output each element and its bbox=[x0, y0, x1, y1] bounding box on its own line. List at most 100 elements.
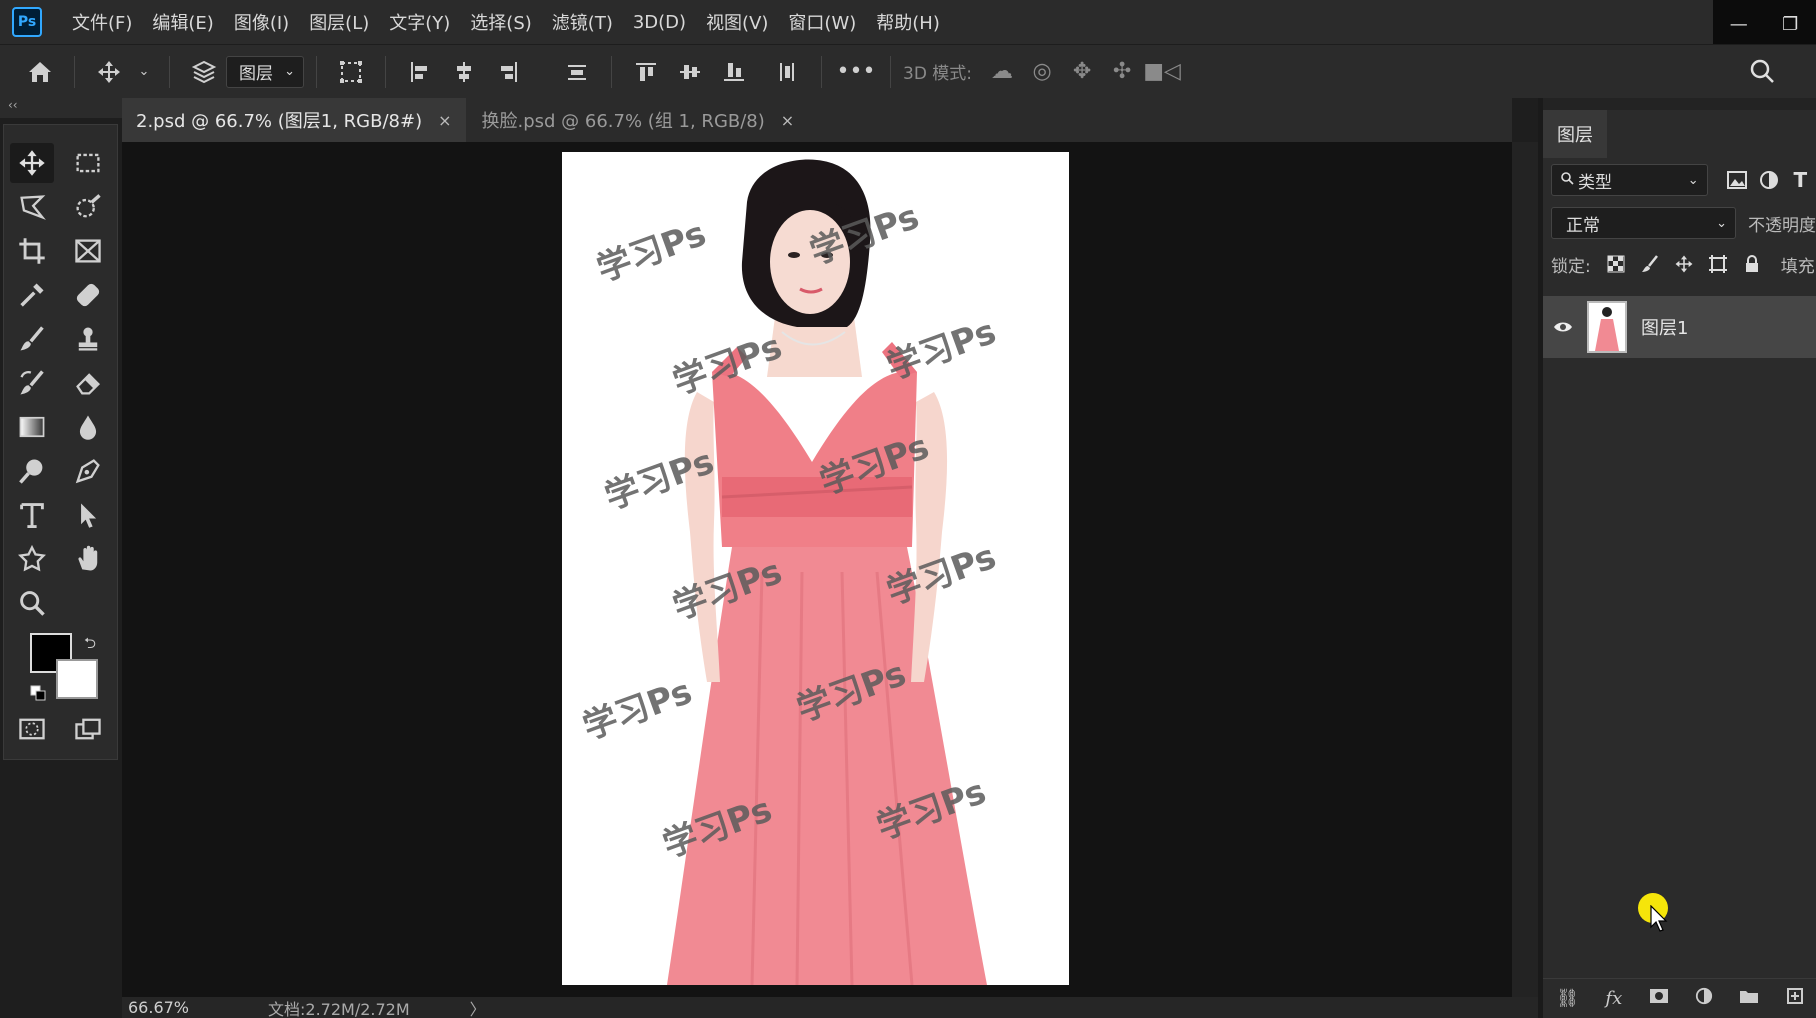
pen-tool-icon[interactable] bbox=[66, 451, 110, 491]
eraser-tool-icon[interactable] bbox=[66, 363, 110, 403]
menu-type[interactable]: 文字(Y) bbox=[389, 9, 450, 35]
3d-pan-icon[interactable]: ✥ bbox=[1062, 59, 1102, 84]
hand-tool-icon[interactable] bbox=[66, 539, 110, 579]
brush-tool-icon[interactable] bbox=[10, 319, 54, 359]
eye-icon[interactable] bbox=[1543, 320, 1583, 334]
layer-name[interactable]: 图层1 bbox=[1641, 314, 1688, 340]
separator bbox=[316, 55, 317, 88]
healing-brush-tool-icon[interactable] bbox=[66, 275, 110, 315]
3d-camera-icon[interactable]: ■◁ bbox=[1142, 59, 1182, 84]
layer-filter-select[interactable]: 类型 ⌄ bbox=[1551, 164, 1708, 196]
lasso-tool-icon[interactable] bbox=[10, 187, 54, 227]
3d-roll-icon[interactable]: ◎ bbox=[1022, 59, 1062, 84]
tab-layers[interactable]: 图层 bbox=[1543, 110, 1607, 158]
align-bottom-icon[interactable] bbox=[716, 54, 752, 90]
tab-2psd[interactable]: 2.psd @ 66.7% (图层1, RGB/8#) × bbox=[122, 98, 466, 142]
gradient-tool-icon[interactable] bbox=[10, 407, 54, 447]
stamp-tool-icon[interactable] bbox=[66, 319, 110, 359]
tab-label: 2.psd @ 66.7% (图层1, RGB/8#) bbox=[136, 111, 423, 132]
lock-position-icon[interactable] bbox=[1667, 254, 1701, 274]
move-tool-icon[interactable] bbox=[10, 143, 54, 183]
menu-3d[interactable]: 3D(D) bbox=[633, 12, 686, 33]
lock-artboard-icon[interactable] bbox=[1701, 254, 1735, 274]
menu-edit[interactable]: 编辑(E) bbox=[152, 9, 213, 35]
menu-filter[interactable]: 滤镜(T) bbox=[552, 9, 613, 35]
quick-selection-tool-icon[interactable] bbox=[66, 187, 110, 227]
menu-help[interactable]: 帮助(H) bbox=[876, 9, 940, 35]
align-top-icon[interactable] bbox=[628, 54, 664, 90]
layer-thumbnail[interactable] bbox=[1587, 301, 1627, 353]
adjustment-layer-icon[interactable] bbox=[1695, 987, 1713, 1010]
separator bbox=[611, 55, 612, 88]
align-horizontal-center-icon[interactable] bbox=[446, 54, 482, 90]
menu-layer[interactable]: 图层(L) bbox=[309, 9, 369, 35]
auto-select-layer-icon[interactable] bbox=[186, 54, 222, 90]
crop-tool-icon[interactable] bbox=[10, 231, 54, 271]
path-selection-tool-icon[interactable] bbox=[66, 495, 110, 535]
swap-colors-icon[interactable]: ⮌ bbox=[84, 633, 96, 658]
frame-tool-icon[interactable] bbox=[66, 231, 110, 271]
chevron-down-icon[interactable]: ⌄ bbox=[135, 54, 153, 90]
lock-image-pixels-icon[interactable] bbox=[1633, 255, 1667, 273]
menu-view[interactable]: 视图(V) bbox=[706, 9, 768, 35]
chevron-right-icon[interactable]: 〉 bbox=[470, 996, 486, 1018]
align-left-icon[interactable] bbox=[402, 54, 438, 90]
chevron-down-icon: ⌄ bbox=[1687, 172, 1699, 188]
auto-select-target-select[interactable]: 图层 ⌄ bbox=[226, 55, 304, 88]
type-tool-icon[interactable] bbox=[10, 495, 54, 535]
menu-file[interactable]: 文件(F) bbox=[72, 9, 132, 35]
eyedropper-tool-icon[interactable] bbox=[10, 275, 54, 315]
transform-controls-icon[interactable] bbox=[333, 54, 369, 90]
close-icon[interactable]: × bbox=[781, 111, 794, 130]
add-mask-icon[interactable] bbox=[1649, 988, 1669, 1009]
blur-tool-icon[interactable] bbox=[66, 407, 110, 447]
separator bbox=[169, 55, 170, 88]
new-layer-icon[interactable] bbox=[1786, 987, 1804, 1010]
default-colors-icon[interactable] bbox=[30, 685, 48, 703]
minimize-button[interactable]: — bbox=[1719, 14, 1759, 35]
window-controls: — ❐ bbox=[1713, 0, 1816, 48]
lock-label: 锁定: bbox=[1551, 256, 1591, 277]
dodge-tool-icon[interactable] bbox=[10, 451, 54, 491]
separator bbox=[74, 55, 75, 88]
distribute-vertical-icon[interactable] bbox=[559, 54, 595, 90]
layer-row[interactable]: 图层1 bbox=[1543, 296, 1816, 358]
zoom-tool-icon[interactable] bbox=[10, 583, 54, 623]
vertical-scrollbar[interactable] bbox=[1512, 142, 1538, 997]
toolbox: ⮌ bbox=[3, 124, 118, 760]
new-group-icon[interactable] bbox=[1739, 988, 1759, 1009]
lock-all-icon[interactable] bbox=[1735, 255, 1769, 273]
filter-type-layers-icon[interactable]: T bbox=[1785, 168, 1816, 192]
more-options-icon[interactable]: ••• bbox=[837, 54, 876, 90]
history-brush-tool-icon[interactable] bbox=[10, 363, 54, 403]
3d-mode-label: 3D 模式: bbox=[903, 64, 973, 84]
menu-select[interactable]: 选择(S) bbox=[470, 9, 531, 35]
restore-button[interactable]: ❐ bbox=[1770, 14, 1810, 35]
align-right-icon[interactable] bbox=[490, 54, 526, 90]
collapse-panel-icon[interactable]: ‹‹ bbox=[0, 98, 122, 118]
move-tool-icon[interactable] bbox=[91, 54, 127, 90]
lock-transparent-pixels-icon[interactable] bbox=[1599, 255, 1633, 273]
search-icon[interactable] bbox=[1744, 53, 1780, 89]
home-icon[interactable] bbox=[22, 54, 58, 90]
menu-window[interactable]: 窗口(W) bbox=[788, 9, 856, 35]
quick-mask-icon[interactable] bbox=[10, 709, 54, 749]
marquee-tool-icon[interactable] bbox=[66, 143, 110, 183]
tab-huanlian-psd[interactable]: 换脸.psd @ 66.7% (组 1, RGB/8) × bbox=[466, 98, 809, 142]
blend-mode-select[interactable]: 正常 ⌄ bbox=[1551, 207, 1736, 239]
link-layers-icon[interactable]: ⛓ bbox=[1556, 988, 1579, 1009]
align-vertical-center-icon[interactable] bbox=[672, 54, 708, 90]
filter-adjustment-layers-icon[interactable] bbox=[1753, 170, 1784, 190]
filter-pixel-layers-icon[interactable] bbox=[1722, 171, 1753, 189]
menu-image[interactable]: 图像(I) bbox=[234, 9, 289, 35]
document-canvas[interactable]: 学习Ps 学习Ps 学习Ps 学习Ps 学习Ps 学习Ps 学习Ps 学习Ps 学习Ps 学习Ps… bbox=[562, 152, 1069, 985]
close-icon[interactable]: × bbox=[438, 111, 451, 130]
distribute-horizontal-icon[interactable] bbox=[769, 54, 805, 90]
background-color-swatch[interactable] bbox=[56, 659, 98, 699]
3d-orbit-icon[interactable]: ☁ bbox=[982, 59, 1022, 84]
zoom-level[interactable]: 66.67% bbox=[128, 998, 268, 1017]
fx-icon[interactable]: fx bbox=[1605, 988, 1622, 1009]
screen-mode-icon[interactable] bbox=[66, 709, 110, 749]
custom-shape-tool-icon[interactable] bbox=[10, 539, 54, 579]
3d-slide-icon[interactable]: ✣ bbox=[1102, 59, 1142, 84]
